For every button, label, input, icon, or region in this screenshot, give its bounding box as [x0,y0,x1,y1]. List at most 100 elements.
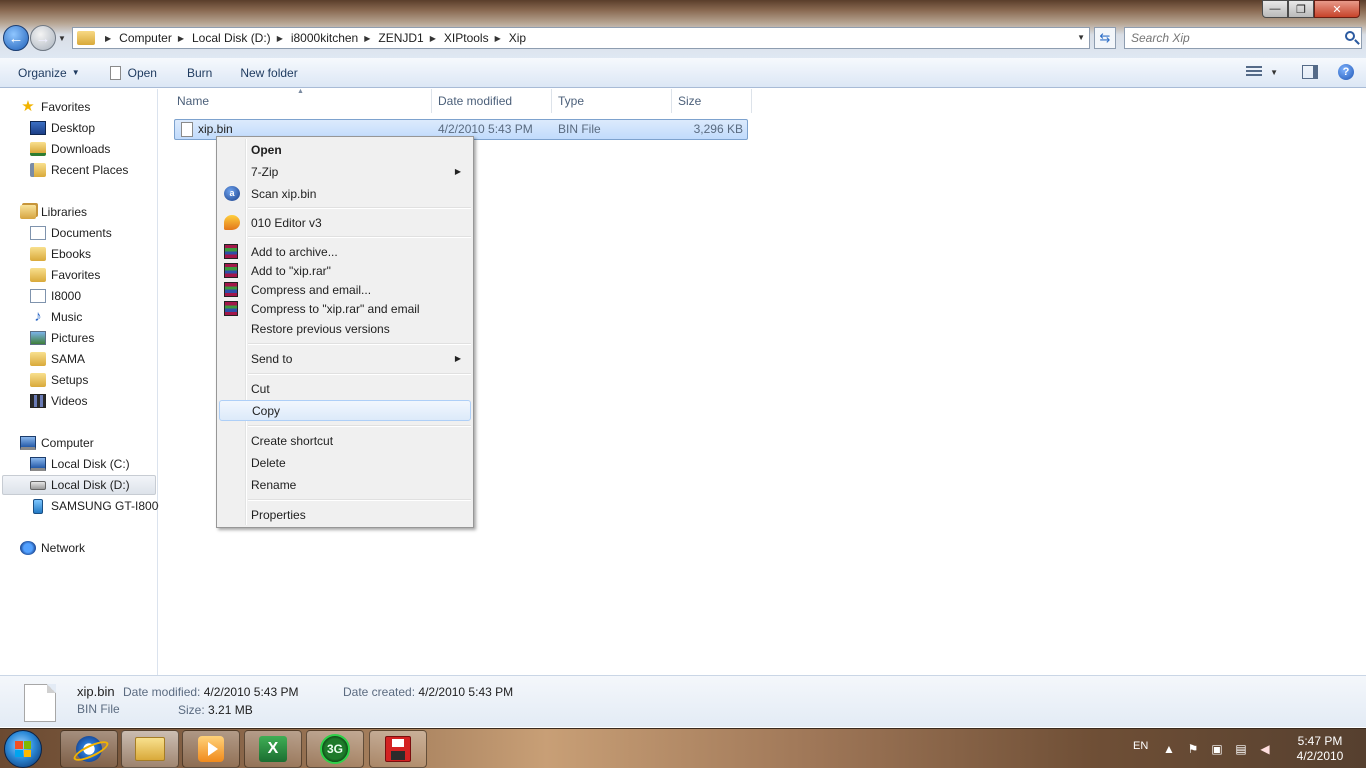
file-type: BIN File [558,122,601,136]
nav-documents[interactable]: Documents [30,223,112,243]
menu-restore-previous[interactable]: Restore previous versions [219,318,471,339]
menu-compress-rar-email[interactable]: Compress to "xip.rar" and email [219,298,471,319]
breadcrumb-computer[interactable]: Computer [119,31,172,45]
nav-sama[interactable]: SAMA [30,349,85,369]
language-indicator[interactable]: EN [1133,740,1148,752]
back-button[interactable]: ← [3,25,29,51]
taskbar-3g-app[interactable]: 3G [306,730,364,768]
open-button[interactable]: Open [109,65,157,80]
burn-button[interactable]: Burn [187,66,212,80]
folder-icon [77,31,95,45]
new-folder-button[interactable]: New folder [240,66,297,80]
nav-desktop[interactable]: Desktop [30,118,95,138]
breadcrumb-i8000kitchen[interactable]: i8000kitchen [291,31,358,45]
column-type[interactable]: Type [552,89,672,113]
nav-label: Favorites [51,268,101,282]
views-dropdown[interactable]: ▼ [1270,68,1278,77]
maximize-button[interactable]: ❐ [1288,0,1314,18]
menu-010-editor[interactable]: 010 Editor v3 [219,212,471,233]
organize-button[interactable]: Organize ▼ [18,66,80,80]
search-input[interactable] [1125,28,1325,48]
menu-scan[interactable]: a Scan xip.bin [219,183,471,204]
menu-add-to-archive[interactable]: Add to archive... [219,241,471,262]
column-size[interactable]: Size [672,89,752,113]
nav-favorites[interactable]: ★ Favorites [20,97,90,117]
menu-open[interactable]: Open [219,139,471,160]
details-file-type: BIN File [77,702,120,716]
menu-cut[interactable]: Cut [219,378,471,399]
close-button[interactable]: ✕ [1314,0,1360,18]
system-clock[interactable]: 5:47 PM 4/2/2010 [1290,734,1350,764]
nav-music[interactable]: ♪ Music [30,307,82,327]
address-bar[interactable]: ▶ Computer ▶ Local Disk (D:) ▶ i8000kitc… [72,27,1090,49]
chevron-right-icon[interactable]: ▶ [105,34,111,43]
file-icon [109,65,121,80]
taskbar-save-app[interactable] [369,730,427,768]
nav-label: Videos [51,394,88,408]
arrow-left-icon: ← [8,29,24,47]
menu-compress-email[interactable]: Compress and email... [219,279,471,300]
menu-send-to[interactable]: Send to ▶ [219,348,471,369]
taskbar-excel[interactable]: X [244,730,302,768]
preview-pane-icon[interactable] [1302,65,1318,79]
nav-samsung-device[interactable]: SAMSUNG GT-I8000 [30,496,165,516]
menu-delete[interactable]: Delete [219,452,471,473]
forward-button[interactable]: → [30,25,56,51]
device-sync-icon[interactable]: ▣ [1210,742,1224,756]
chevron-right-icon[interactable]: ▶ [495,34,501,43]
menu-separator [248,425,471,427]
nav-setups[interactable]: Setups [30,370,88,390]
recent-places-icon [30,163,46,177]
chevron-right-icon[interactable]: ▶ [430,34,436,43]
menu-rename[interactable]: Rename [219,474,471,495]
breadcrumb-xiptools[interactable]: XIPtools [444,31,489,45]
breadcrumb-local-disk-d[interactable]: Local Disk (D:) [192,31,271,45]
mobile-phone-icon [33,498,43,514]
nav-label: Documents [51,226,112,240]
address-history-dropdown[interactable]: ▼ [1077,33,1085,42]
nav-network[interactable]: Network [20,538,85,558]
nav-ebooks[interactable]: Ebooks [30,244,91,264]
nav-pictures[interactable]: Pictures [30,328,94,348]
nav-videos[interactable]: Videos [30,391,87,411]
search-icon[interactable] [1345,31,1355,41]
refresh-button[interactable]: ⇆ [1094,27,1116,49]
chevron-right-icon[interactable]: ▶ [364,34,370,43]
nav-recent-places[interactable]: Recent Places [30,160,128,180]
chevron-right-icon[interactable]: ▶ [178,34,184,43]
nav-library-favorites[interactable]: Favorites [30,265,100,285]
nav-local-disk-c[interactable]: Local Disk (C:) [30,454,130,474]
breadcrumb-xip[interactable]: Xip [509,31,526,45]
menu-7zip[interactable]: 7-Zip ▶ [219,161,471,182]
nav-downloads[interactable]: Downloads [30,139,110,159]
show-hidden-icons-icon[interactable]: ▲ [1162,742,1176,756]
menu-create-shortcut[interactable]: Create shortcut [219,430,471,451]
volume-muted-icon[interactable]: ◀ [1258,742,1272,756]
taskbar-internet-explorer[interactable] [60,730,118,768]
nav-libraries[interactable]: Libraries [20,202,87,222]
views-icon[interactable] [1246,66,1263,78]
column-date-modified[interactable]: Date modified [432,89,552,113]
help-icon[interactable]: ? [1338,64,1354,80]
taskbar-media-player[interactable] [182,730,240,768]
internet-explorer-icon [76,736,102,762]
start-button[interactable] [4,730,42,768]
minimize-button[interactable]: — [1262,0,1288,18]
nav-local-disk-d[interactable]: Local Disk (D:) [2,475,156,495]
nav-computer[interactable]: Computer [20,433,94,453]
excel-icon: X [259,736,287,762]
network-status-icon[interactable]: ▤ [1234,742,1248,756]
chevron-right-icon[interactable]: ▶ [277,34,283,43]
taskbar-windows-explorer[interactable] [121,730,179,768]
column-name[interactable]: Name [171,89,432,113]
action-center-flag-icon[interactable]: ⚑ [1186,742,1200,756]
media-player-icon [198,736,224,762]
menu-copy[interactable]: Copy [219,400,471,421]
editor-app-icon [224,215,240,230]
recent-pages-dropdown[interactable]: ▼ [58,34,66,43]
menu-add-to-rar[interactable]: Add to "xip.rar" [219,260,471,281]
search-box[interactable] [1124,27,1362,49]
breadcrumb-zenjd1[interactable]: ZENJD1 [378,31,423,45]
menu-properties[interactable]: Properties [219,504,471,525]
nav-i8000[interactable]: I8000 [30,286,81,306]
